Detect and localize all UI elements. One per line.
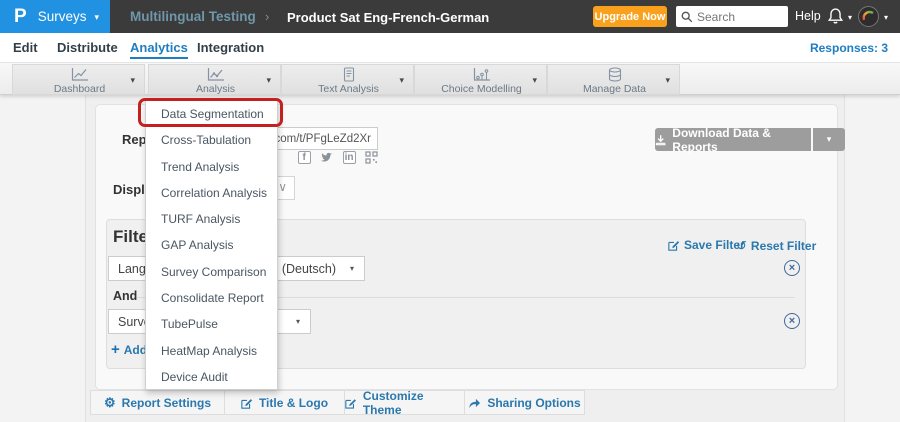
menu-item-data-segmentation[interactable]: Data Segmentation xyxy=(146,101,277,127)
choice-modelling-chart-icon xyxy=(472,67,492,82)
choice-modelling-caret-icon[interactable]: ▾ xyxy=(532,75,537,86)
text-analysis-caret-icon[interactable]: ▾ xyxy=(399,75,404,86)
manage-data-caret-icon[interactable]: ▾ xyxy=(665,75,670,86)
text-analysis-document-icon xyxy=(341,67,357,82)
toolbar-manage-data-label: Manage Data xyxy=(548,83,681,95)
menu-item-turf-analysis[interactable]: TURF Analysis xyxy=(146,206,277,232)
manage-data-database-icon xyxy=(607,67,623,82)
global-search xyxy=(676,6,788,27)
close-icon: × xyxy=(789,315,795,327)
toolbar-analysis-label: Analysis xyxy=(149,83,282,95)
display-chevron-icon: ∨ xyxy=(278,180,287,194)
toolbar-choice-modelling-button[interactable]: Choice Modelling ▾ xyxy=(414,64,547,95)
download-label: Download Data & Reports xyxy=(672,126,811,154)
breadcrumb-current-survey: Product Sat Eng-French-German xyxy=(287,10,489,25)
analytics-toolbar: Dashboard ▾ Analysis ▾ xyxy=(0,62,900,95)
product-label: Surveys xyxy=(38,9,87,24)
top-header-bar: P Surveys ▾ Multilingual Testing › Produ… xyxy=(0,0,900,33)
toolbar-choice-modelling-label: Choice Modelling xyxy=(415,83,548,95)
menu-item-heatmap-analysis[interactable]: HeatMap Analysis xyxy=(146,338,277,364)
tab-sharing-options-label: Sharing Options xyxy=(487,396,580,410)
gear-icon: ⚙ xyxy=(104,395,116,411)
edit-icon xyxy=(345,397,357,409)
avatar-gauge-icon xyxy=(859,7,878,26)
facebook-share-icon[interactable]: f xyxy=(298,151,311,164)
bell-icon xyxy=(827,7,844,25)
analysis-chart-icon xyxy=(206,67,226,82)
dashboard-caret-icon[interactable]: ▾ xyxy=(130,75,135,86)
menu-item-gap-analysis[interactable]: GAP Analysis xyxy=(146,232,277,258)
upgrade-now-button[interactable]: Upgrade Now xyxy=(593,6,667,27)
reset-icon: ↺ xyxy=(736,238,747,254)
edit-icon xyxy=(668,239,680,251)
menu-item-survey-comparison[interactable]: Survey Comparison xyxy=(146,259,277,285)
tab-customize-theme-label: Customize Theme xyxy=(363,389,464,417)
menu-item-cross-tabulation[interactable]: Cross-Tabulation xyxy=(146,127,277,153)
download-data-reports-button[interactable]: Download Data & Reports xyxy=(655,128,811,151)
responses-count-badge[interactable]: Responses: 3 xyxy=(810,41,888,55)
notifications-button[interactable] xyxy=(827,7,844,30)
nav-item-edit[interactable]: Edit xyxy=(13,40,38,55)
filter-operator-label: And xyxy=(113,289,137,303)
tab-report-settings[interactable]: ⚙ Report Settings xyxy=(90,390,225,415)
menu-item-device-audit[interactable]: Device Audit xyxy=(146,364,277,390)
help-link[interactable]: Help xyxy=(795,9,821,23)
toolbar-dashboard-label: Dashboard xyxy=(13,83,146,95)
report-footer-tabs: ⚙ Report Settings Title & Logo Customize… xyxy=(90,390,585,415)
dashboard-chart-icon xyxy=(70,67,90,82)
questionpro-logo-icon: P xyxy=(14,6,27,28)
survey-nav-bar: Edit Distribute Analytics Integration Re… xyxy=(0,33,900,62)
menu-item-consolidate-report[interactable]: Consolidate Report xyxy=(146,285,277,311)
reset-filter-link[interactable]: ↺ Reset Filter xyxy=(736,238,816,254)
select-caret-icon: ▾ xyxy=(350,264,354,273)
download-icon xyxy=(655,134,666,146)
remove-filter-row1-button[interactable]: × xyxy=(784,260,800,276)
nav-item-distribute[interactable]: Distribute xyxy=(57,40,118,55)
linkedin-share-icon[interactable]: in xyxy=(343,151,356,164)
tab-title-logo[interactable]: Title & Logo xyxy=(225,390,345,415)
share-arrow-icon xyxy=(468,397,481,409)
embed-qr-icon[interactable] xyxy=(365,151,378,169)
tab-customize-theme[interactable]: Customize Theme xyxy=(345,390,465,415)
app-window: P Surveys ▾ Multilingual Testing › Produ… xyxy=(0,0,900,422)
download-options-caret-button[interactable]: ▾ xyxy=(813,128,845,151)
nav-item-integration[interactable]: Integration xyxy=(197,40,264,55)
select-caret-icon: ▾ xyxy=(296,317,300,326)
add-filter-label: Add xyxy=(124,343,147,357)
caret-down-icon: ▾ xyxy=(94,12,99,23)
download-caret-icon: ▾ xyxy=(827,134,832,145)
search-icon xyxy=(681,11,693,23)
analysis-dropdown-menu: Data Segmentation Cross-Tabulation Trend… xyxy=(145,100,278,390)
nav-item-analytics[interactable]: Analytics xyxy=(130,40,188,59)
user-avatar[interactable] xyxy=(858,6,879,27)
twitter-share-icon[interactable] xyxy=(320,151,333,169)
reset-filter-label: Reset Filter xyxy=(751,239,816,253)
toolbar-analysis-button[interactable]: Analysis ▾ xyxy=(148,64,281,95)
tab-report-settings-label: Report Settings xyxy=(122,396,211,410)
search-input[interactable] xyxy=(697,10,783,24)
add-filter-link[interactable]: + Add xyxy=(111,341,147,358)
close-icon: × xyxy=(789,262,795,274)
toolbar-dashboard-button[interactable]: Dashboard ▾ xyxy=(12,64,145,95)
menu-item-trend-analysis[interactable]: Trend Analysis xyxy=(146,154,277,180)
tab-title-logo-label: Title & Logo xyxy=(259,396,328,410)
breadcrumb-separator-icon: › xyxy=(265,9,269,24)
toolbar-text-analysis-button[interactable]: Text Analysis ▾ xyxy=(281,64,414,95)
toolbar-manage-data-button[interactable]: Manage Data ▾ xyxy=(547,64,680,95)
analysis-caret-icon[interactable]: ▾ xyxy=(266,75,271,86)
menu-item-correlation-analysis[interactable]: Correlation Analysis xyxy=(146,180,277,206)
save-filter-link[interactable]: Save Filter xyxy=(668,238,745,252)
edit-icon xyxy=(241,397,253,409)
avatar-caret-icon[interactable]: ▾ xyxy=(884,13,888,22)
surveys-product-menu[interactable]: P Surveys ▾ xyxy=(0,0,110,33)
toolbar-text-analysis-label: Text Analysis xyxy=(282,83,415,95)
bell-caret-icon[interactable]: ▾ xyxy=(848,13,852,22)
tab-sharing-options[interactable]: Sharing Options xyxy=(465,390,585,415)
remove-filter-row2-button[interactable]: × xyxy=(784,313,800,329)
breadcrumb-parent-link[interactable]: Multilingual Testing xyxy=(130,9,256,24)
plus-icon: + xyxy=(111,341,120,358)
menu-item-tubepulse[interactable]: TubePulse xyxy=(146,311,277,337)
